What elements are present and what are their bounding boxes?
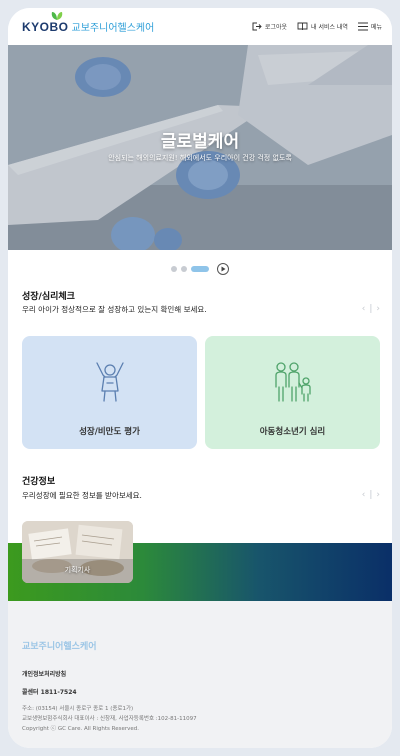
growth-obesity-card[interactable]: 성장/비만도 평가 — [22, 336, 197, 449]
hero-subtitle: 안심되는 해외의료지원! 해외에서도 우리아이 건강 걱정 없도록 — [108, 154, 292, 162]
pager-dot-active[interactable] — [191, 266, 209, 272]
family-icon — [274, 362, 311, 402]
logo-text-ko: 교보주니어헬스케어 — [71, 23, 155, 34]
pager-dot[interactable] — [181, 266, 187, 272]
footer: 교보주니어헬스케어 개인정보처리방침 콜센터 1811-7524 주소: (03… — [8, 601, 392, 748]
growth-section-subtitle: 우리 아이가 정상적으로 잘 성장하고 있는지 확인해 보세요. — [22, 305, 207, 314]
hamburger-icon — [357, 22, 368, 31]
brand-logo[interactable]: KYOBO 교보주니어헬스케어 — [22, 12, 155, 34]
child-cheer-icon — [95, 362, 124, 402]
privacy-policy-link[interactable]: 개인정보처리방침 — [22, 669, 66, 678]
child-psychology-card[interactable]: 아동청소년기 심리 — [205, 336, 380, 449]
logout-label: 로그아웃 — [264, 24, 288, 31]
play-icon — [221, 266, 225, 272]
footer-brand: 교보주니어헬스케어 — [22, 642, 97, 652]
hero-title: 글로벌케어 — [160, 132, 240, 152]
health-carousel-arrows: ‹ | › — [362, 490, 380, 500]
call-center-number[interactable]: 콜센터 1811-7524 — [22, 687, 77, 696]
hero-banner[interactable]: 글로벌케어 안심되는 해외의료지원! 해외에서도 우리아이 건강 걱정 없도록 — [8, 45, 392, 250]
health-section-subtitle: 우리성장에 필요한 정보를 받아보세요. — [22, 491, 142, 500]
growth-obesity-label: 성장/비만도 평가 — [79, 427, 140, 437]
screen: KYOBO 교보주니어헬스케어 로그아웃 내 서비스 내역 메뉴 글로벌케어 안… — [8, 8, 392, 748]
banner-pagination — [8, 262, 392, 276]
article-category-label: 기획기사 — [64, 566, 91, 574]
article-thumbnail[interactable]: 기획기사 — [22, 521, 133, 583]
device-frame: KYOBO 교보주니어헬스케어 로그아웃 내 서비스 내역 메뉴 글로벌케어 안… — [8, 8, 392, 748]
divider: | — [369, 304, 373, 314]
pager-dot[interactable] — [171, 266, 177, 272]
top-header: KYOBO 교보주니어헬스케어 로그아웃 내 서비스 내역 메뉴 — [8, 8, 392, 45]
growth-carousel-arrows: ‹ | › — [362, 304, 380, 314]
logout-icon — [252, 22, 262, 31]
chevron-right-icon[interactable]: › — [376, 304, 380, 314]
leaf-icon — [51, 12, 63, 20]
logo-text-en: KYOBO — [22, 20, 69, 34]
menu-button[interactable]: 메뉴 — [357, 22, 382, 31]
divider: | — [369, 490, 373, 500]
play-button[interactable] — [217, 263, 229, 275]
my-services-label: 내 서비스 내역 — [311, 24, 348, 31]
child-psychology-label: 아동청소년기 심리 — [259, 427, 326, 437]
footer-copyright: Copyright ⓒ GC Care. All Rights Reserved… — [22, 726, 139, 732]
footer-company-info: 교보생명보험주식회사 대표이사 : 신창재, 사업자등록번호 :102-81-1… — [22, 716, 197, 722]
logout-button[interactable]: 로그아웃 — [252, 22, 287, 31]
chevron-right-icon[interactable]: › — [376, 490, 380, 500]
health-section-title: 건강정보 — [22, 477, 56, 487]
growth-section-title: 성장/심리체크 — [22, 292, 75, 302]
footer-address: 주소: (03154) 서울시 종로구 종로 1 (종로1가) — [22, 706, 134, 712]
menu-label: 메뉴 — [370, 24, 382, 31]
chevron-left-icon[interactable]: ‹ — [362, 490, 366, 500]
book-icon — [297, 22, 308, 31]
my-services-button[interactable]: 내 서비스 내역 — [297, 22, 348, 31]
chevron-left-icon[interactable]: ‹ — [362, 304, 366, 314]
